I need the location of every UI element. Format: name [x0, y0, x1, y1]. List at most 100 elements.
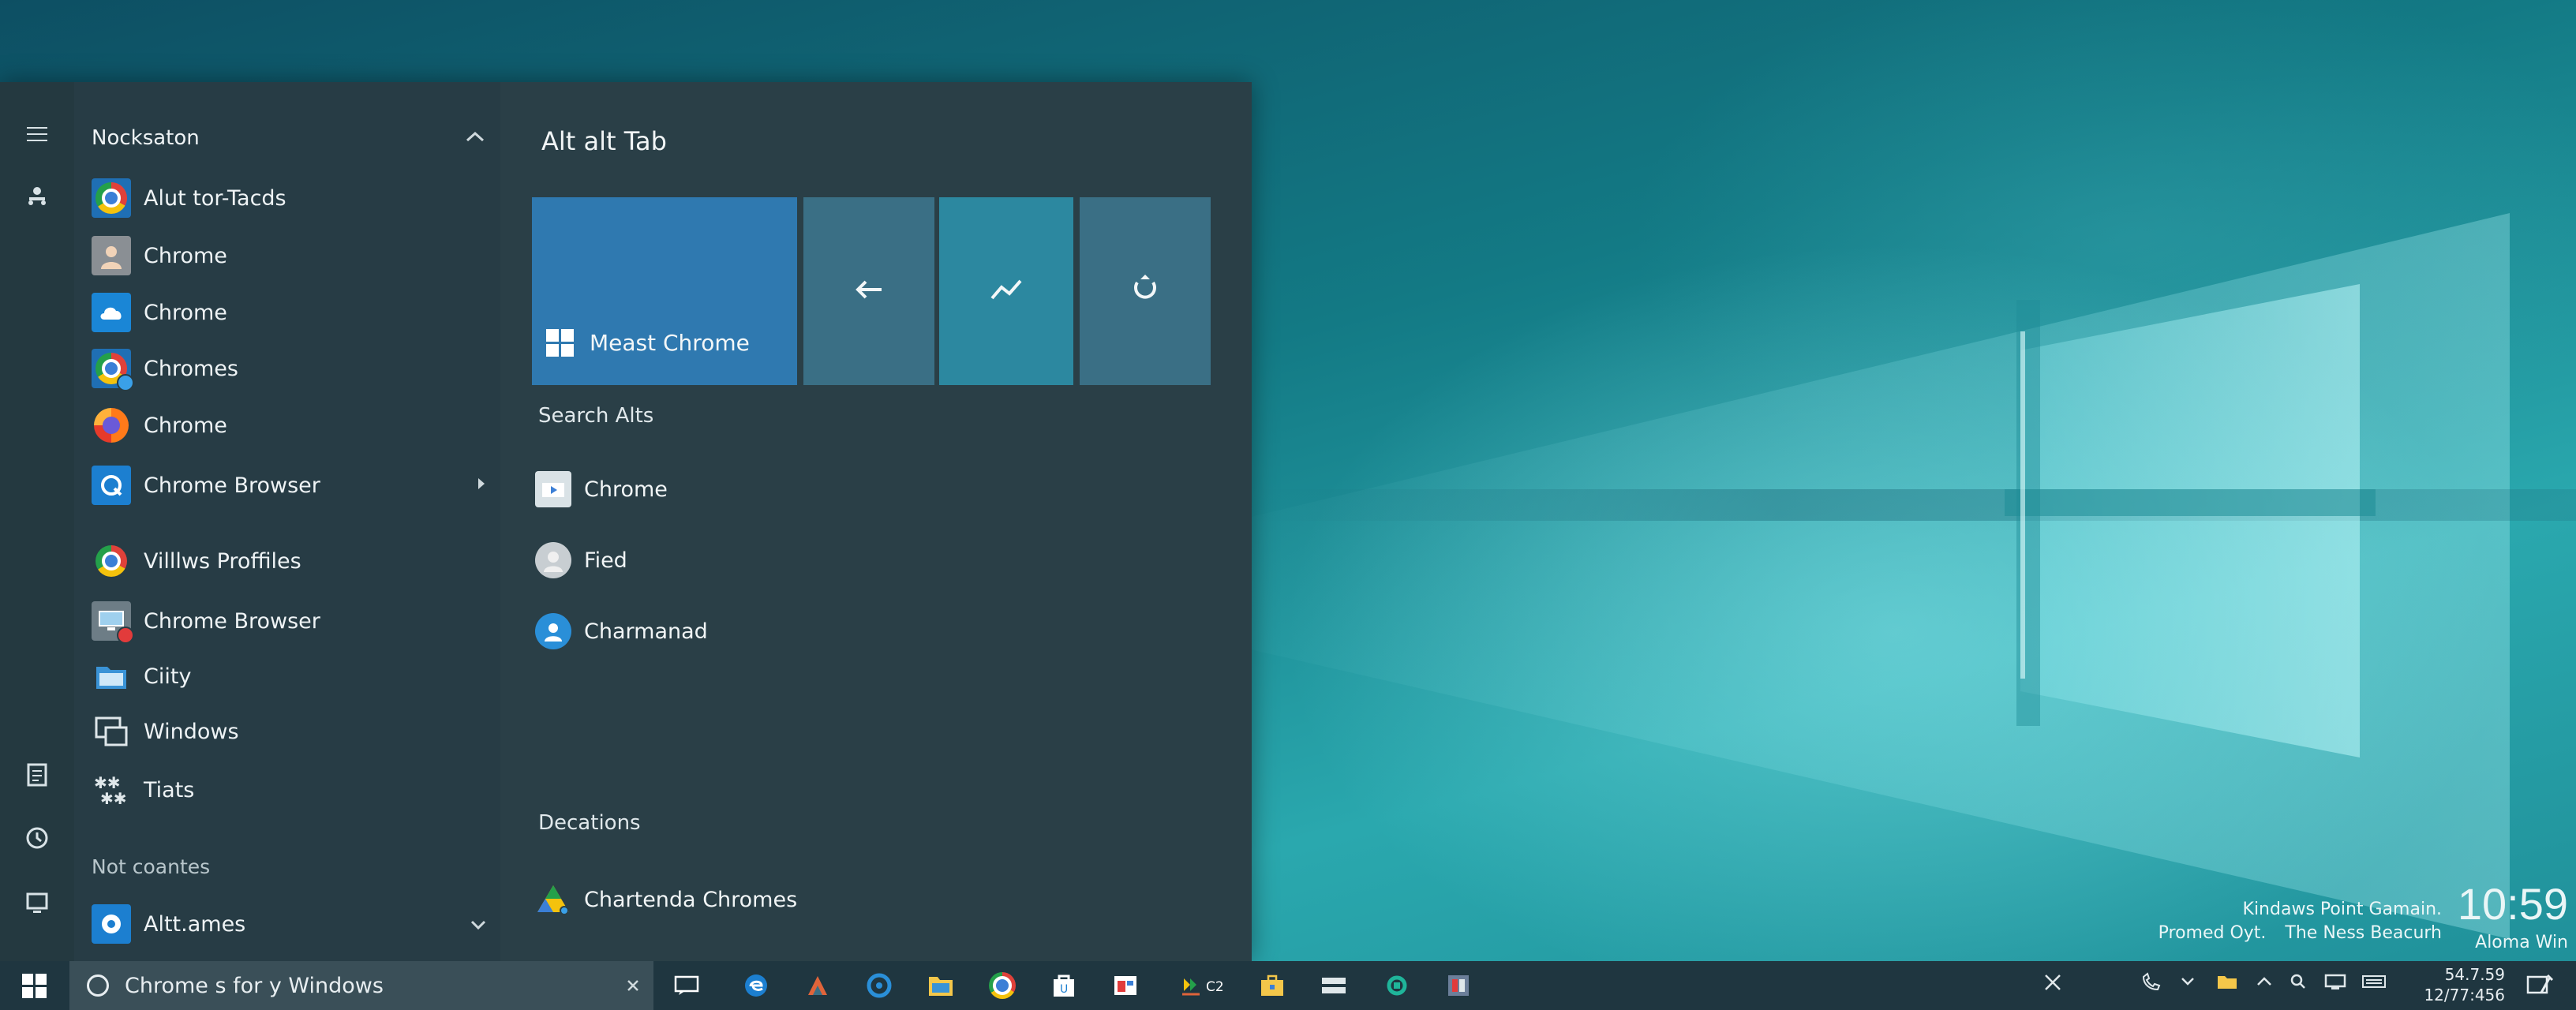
app-list-item[interactable]: Chrome [92, 404, 486, 447]
store-icon[interactable]: U [1048, 970, 1080, 1001]
folder-tray-icon[interactable] [2216, 972, 2238, 996]
folder-icon [92, 656, 131, 696]
app-label: Tiats [144, 777, 195, 802]
monitor-icon [92, 601, 134, 644]
promo-line: Promed Oyt. The Ness Beacurh [2159, 923, 2442, 943]
taskbar-search-text: Chrome s for y Windows [125, 973, 384, 998]
start-rail [0, 82, 74, 961]
windows-logo-edge [2020, 331, 2025, 679]
person-icon [92, 236, 131, 275]
tray-time: 54.7.59 [2444, 965, 2505, 984]
task-view-icon[interactable] [671, 970, 702, 1001]
promo-line: Aloma Win [2475, 933, 2568, 952]
trend-icon [989, 273, 1024, 309]
display-icon[interactable] [2323, 972, 2347, 996]
paint-icon[interactable] [802, 970, 833, 1001]
app-group-header[interactable]: Nocksaton [92, 126, 200, 150]
decation-item[interactable]: Chartenda Chromes [535, 879, 797, 920]
sync-icon [92, 466, 131, 505]
tile-label: Meast Chrome [590, 330, 750, 356]
search-result[interactable]: Fied [535, 540, 627, 581]
chrome-icon [92, 349, 134, 391]
start-button[interactable] [0, 961, 68, 1010]
app-list-item[interactable]: Chrome [92, 234, 486, 277]
tile-trend[interactable] [939, 197, 1073, 385]
chevron-up-icon[interactable] [2256, 972, 2273, 996]
ie-icon[interactable] [863, 970, 895, 1001]
tile-back[interactable] [803, 197, 934, 385]
decations-section-title: Decations [538, 811, 641, 835]
cortana-circle-icon [87, 974, 109, 997]
power-icon[interactable] [21, 887, 53, 918]
network-scissors-icon[interactable] [2042, 972, 2063, 997]
windows-logo-bar [2005, 489, 2376, 516]
chevron-down-icon[interactable] [2180, 972, 2196, 996]
svg-text:C2: C2 [1206, 979, 1224, 995]
chrome-icon[interactable] [987, 970, 1018, 1001]
tile-refresh[interactable] [1080, 197, 1211, 385]
hamburger-icon[interactable] [21, 118, 53, 150]
pinned-app-icon[interactable]: C2 [1178, 970, 1233, 1001]
arrow-left-icon [853, 273, 885, 309]
phone-icon[interactable] [2140, 972, 2162, 997]
app-list-item[interactable]: ✱✱ ✱✱ Tiats [92, 769, 486, 811]
taskbar-search-box[interactable]: Chrome s for y Windows [69, 961, 653, 1010]
sparkle-icon: ✱✱ ✱✱ [92, 770, 131, 810]
briefcase-icon[interactable] [1256, 970, 1288, 1001]
chevron-up-icon[interactable] [466, 122, 485, 148]
edge-icon[interactable] [740, 970, 772, 1001]
app-label: Chromes [144, 356, 238, 381]
search-result-label: Fied [584, 548, 627, 573]
app-label: Chrome Browser [144, 608, 320, 634]
app-label: Chrome Browser [144, 473, 320, 498]
windows-logo-glow [2020, 284, 2360, 758]
svg-text:✱✱: ✱✱ [100, 789, 127, 806]
start-menu: Nocksaton Alut tor-Tacds Chrome Chrome C… [0, 82, 1252, 961]
app-label: Ciity [144, 664, 192, 689]
close-icon[interactable] [627, 974, 639, 997]
app-list-item[interactable]: Chromes [92, 347, 486, 391]
app-list-item[interactable]: Altt.ames [92, 903, 486, 945]
file-explorer-icon[interactable] [925, 970, 957, 1001]
promo-line: Kindaws Point Gamain. [2242, 900, 2442, 919]
search-result-label: Chrome [584, 477, 668, 502]
sync-app-icon[interactable] [1381, 970, 1413, 1001]
desktop-clock: 10:59 [2457, 879, 2568, 929]
svg-text:U: U [1060, 983, 1068, 996]
app-list: Nocksaton Alut tor-Tacds Chrome Chrome C… [74, 82, 500, 961]
security-app-icon[interactable] [1443, 970, 1474, 1001]
app-list-item[interactable]: Windows [92, 710, 486, 753]
chevron-right-icon[interactable] [477, 476, 486, 496]
app-list-item[interactable]: Ciity [92, 655, 486, 698]
search-section-title: Search Alts [538, 404, 654, 428]
app-section-label: Not coantes [92, 855, 211, 878]
search-result[interactable]: Charmanad [535, 611, 708, 652]
chevron-down-icon[interactable] [470, 915, 486, 934]
app-label: Windows [144, 719, 239, 744]
drive-stack-icon[interactable] [1318, 970, 1350, 1001]
app-list-item[interactable]: Chrome Browser [92, 600, 486, 644]
keyboard-icon[interactable] [2361, 972, 2387, 996]
document-icon[interactable] [21, 759, 53, 791]
decation-label: Chartenda Chromes [584, 887, 798, 912]
window-icon [92, 712, 131, 751]
mail-icon[interactable] [1110, 970, 1141, 1001]
firefox-icon [92, 406, 131, 445]
app-list-item[interactable]: Chrome Browser [92, 464, 486, 507]
drive-icon [535, 881, 571, 918]
search-icon[interactable] [2289, 972, 2309, 996]
notification-icon[interactable] [2525, 972, 2554, 1004]
app-list-item[interactable]: Chrome [92, 291, 486, 334]
search-result[interactable]: Chrome [535, 469, 668, 510]
tray-clock[interactable]: 54.7.59 12/77:456 [2424, 964, 2505, 1005]
app-list-item[interactable]: Villlws Proffiles [92, 540, 486, 582]
app-list-item[interactable]: Alut tor-Tacds [92, 177, 486, 219]
tiles-title: Alt alt Tab [541, 126, 667, 156]
clock-icon[interactable] [21, 822, 53, 854]
chrome-icon [92, 541, 131, 581]
edge-icon [92, 904, 131, 944]
windows-icon [546, 329, 574, 357]
app-label: Chrome [144, 243, 227, 268]
user-network-icon[interactable] [21, 180, 53, 211]
tile-meast-chrome[interactable]: Meast Chrome [532, 197, 797, 385]
